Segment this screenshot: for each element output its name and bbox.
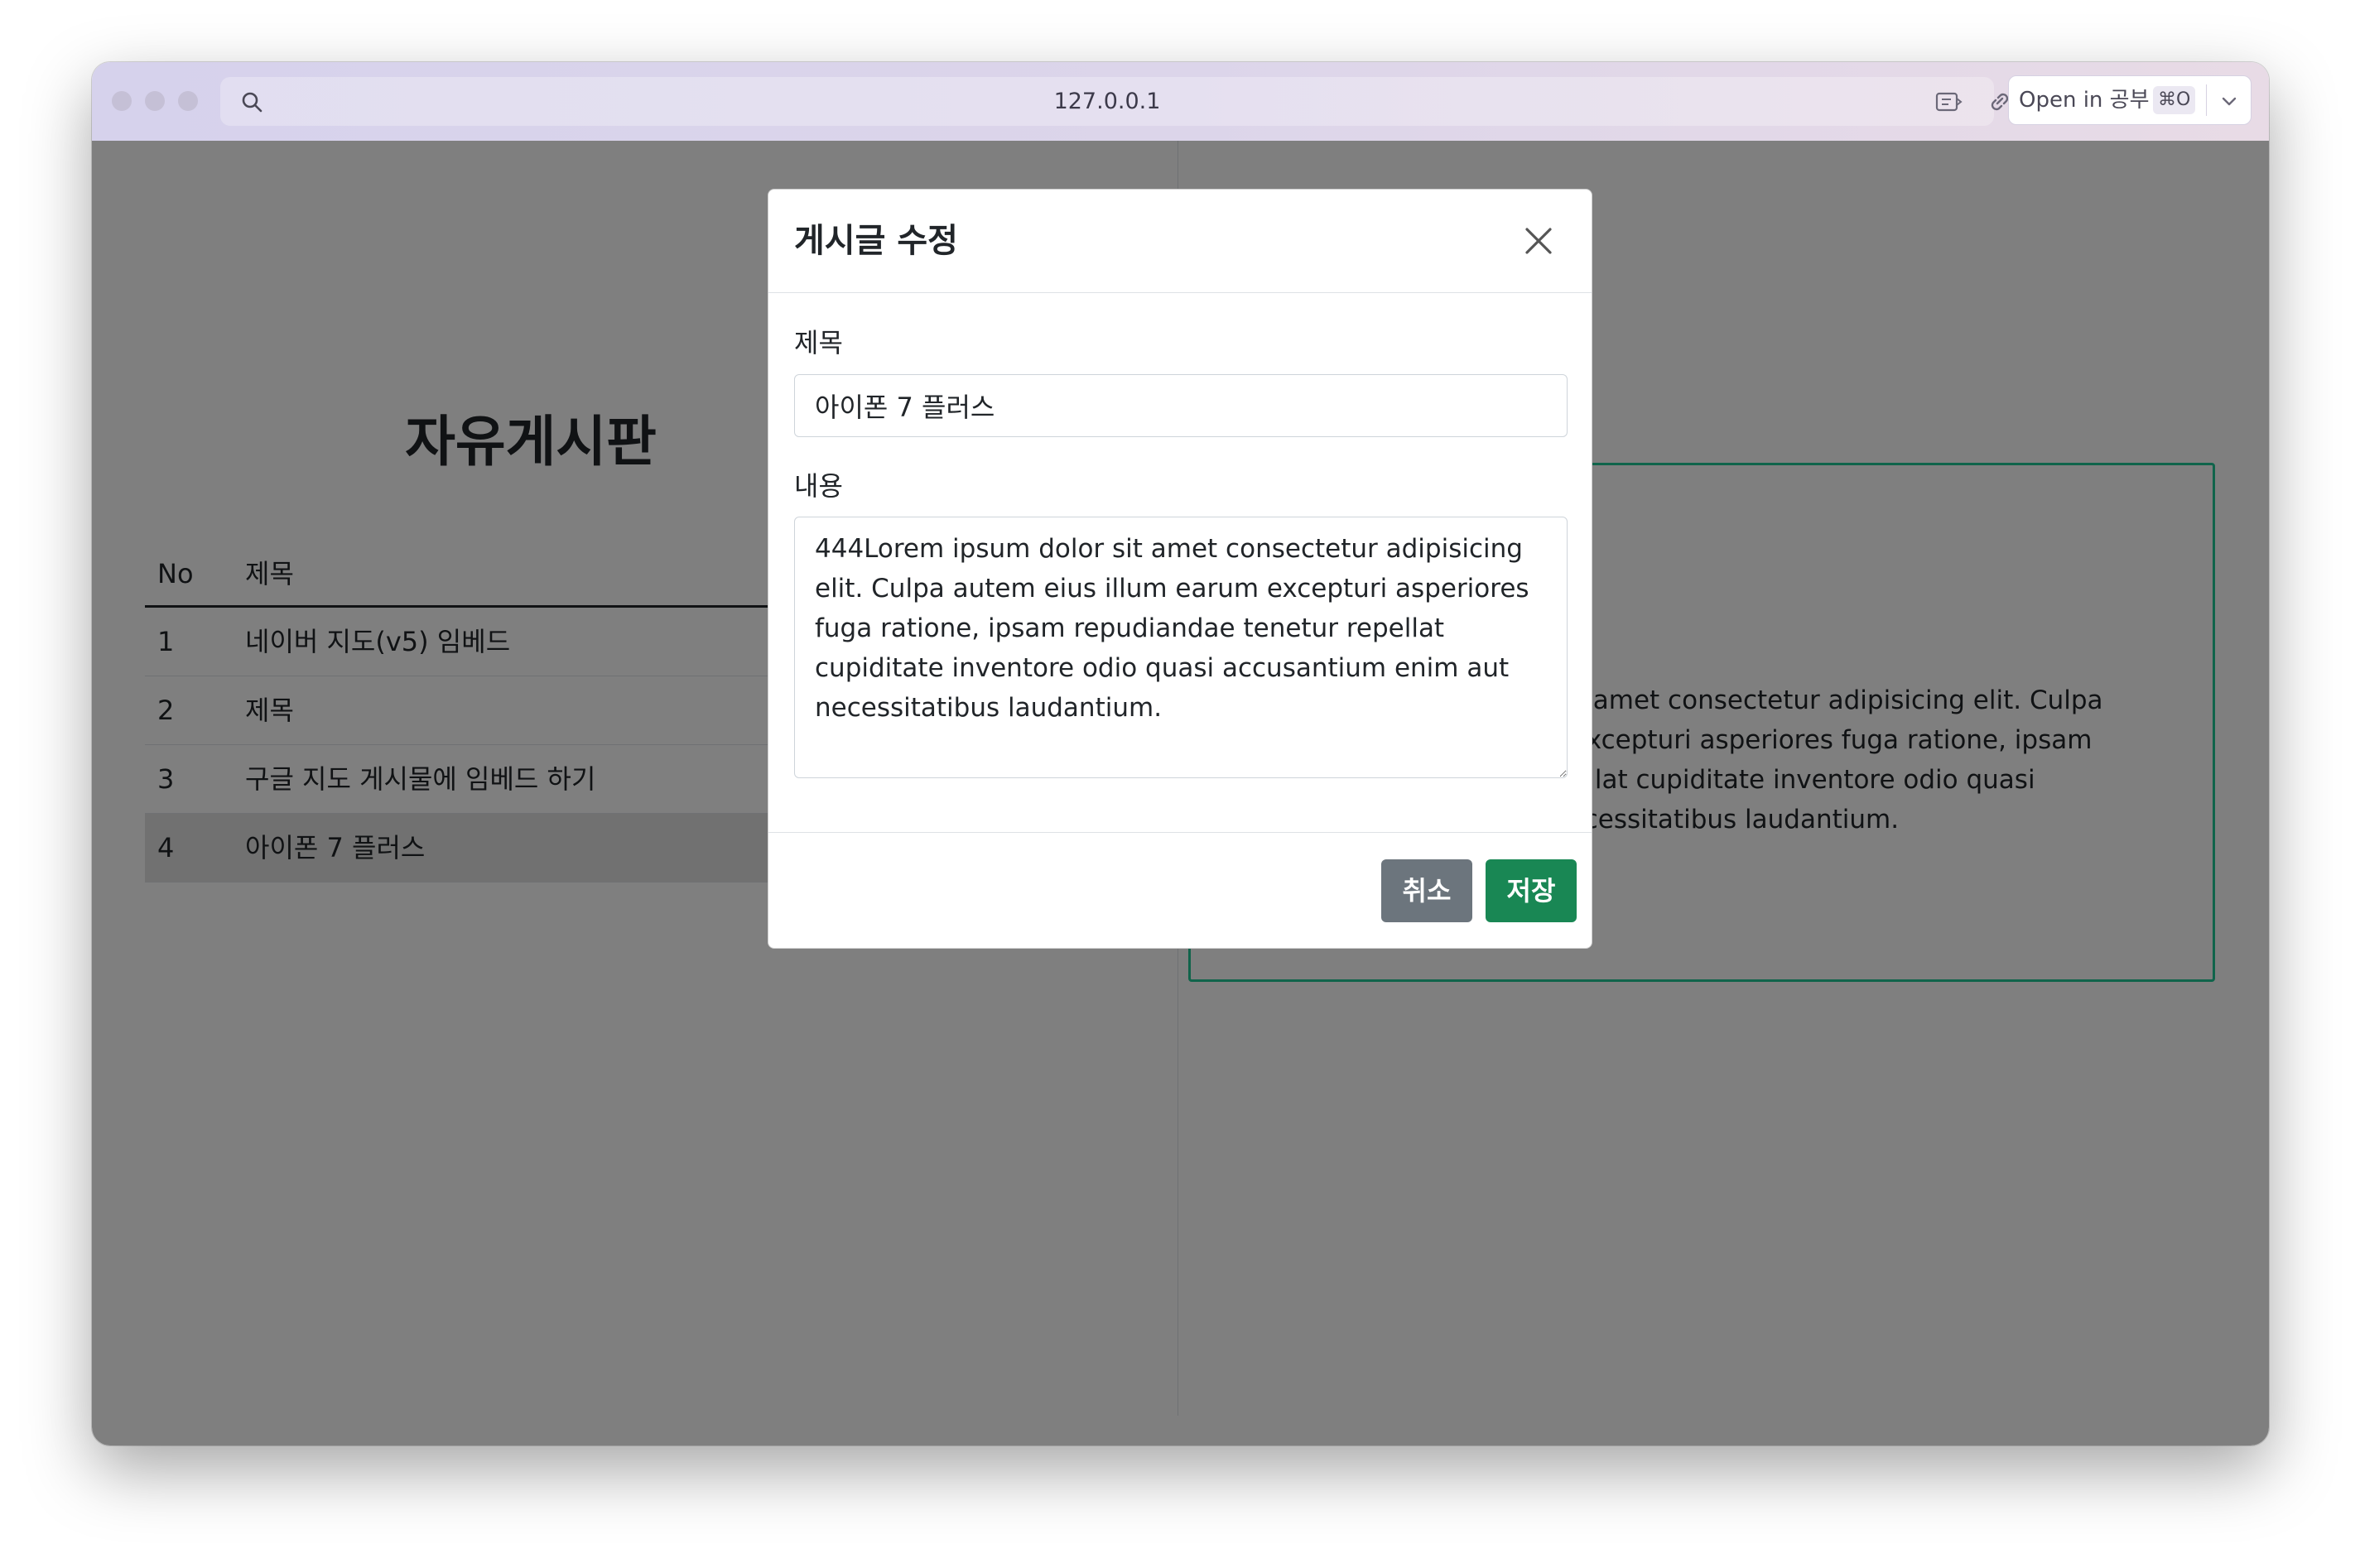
subject-label: 제목 xyxy=(794,327,843,358)
open-in-button[interactable]: Open in 공부 ⌘O xyxy=(2008,75,2252,125)
window-minimize-control[interactable] xyxy=(145,91,165,111)
open-in-shortcut: ⌘O xyxy=(2153,86,2196,114)
modal-title: 게시글 수정 xyxy=(794,222,958,260)
open-in-label: Open in 공부 xyxy=(2019,88,2150,113)
subject-input[interactable] xyxy=(794,374,1568,437)
modal-footer: 취소 저장 xyxy=(768,832,1592,949)
url-text: 127.0.0.1 xyxy=(1053,89,1161,114)
window-zoom-control[interactable] xyxy=(178,91,198,111)
save-button[interactable]: 저장 xyxy=(1486,859,1577,922)
modal-header: 게시글 수정 xyxy=(768,190,1592,293)
address-bar[interactable]: 127.0.0.1 xyxy=(220,77,2009,126)
close-icon[interactable] xyxy=(1522,224,1555,257)
window-close-control[interactable] xyxy=(112,91,132,111)
reader-icon[interactable] xyxy=(1934,89,1963,115)
chevron-down-icon[interactable] xyxy=(2219,91,2239,111)
content-textarea[interactable]: 444Lorem ipsum dolor sit amet consectetu… xyxy=(794,517,1568,778)
content-label: 내용 xyxy=(794,470,843,502)
open-in-divider xyxy=(2206,84,2207,116)
browser-toolbar: 127.0.0.1 Open in 공부 ⌘O xyxy=(92,62,2269,142)
browser-window: 127.0.0.1 Open in 공부 ⌘O 자유게시판 xyxy=(92,62,2269,1445)
cancel-button[interactable]: 취소 xyxy=(1381,859,1472,922)
edit-post-modal: 게시글 수정 제목 내용 444Lorem ipsum dolor sit am… xyxy=(768,189,1592,949)
